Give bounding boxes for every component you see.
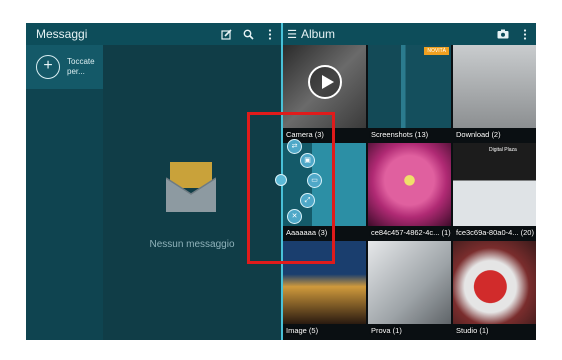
album-thumbnail	[368, 45, 451, 128]
album-thumbnail	[368, 241, 451, 324]
album-label: ce84c457-4862-4c... (1)	[371, 228, 451, 237]
album-header: ☰ Album	[283, 23, 536, 45]
compose-label: Toccate per...	[67, 57, 95, 76]
album-label: Studio (1)	[456, 326, 489, 335]
more-icon[interactable]	[259, 23, 281, 45]
messages-window: Messaggi + Toccate per... Nessun messagg…	[26, 23, 281, 340]
more-icon[interactable]	[514, 23, 536, 45]
album-item[interactable]: ce84c457-4862-4c... (1)	[368, 143, 451, 239]
search-icon[interactable]	[237, 23, 259, 45]
album-item[interactable]: NOVITÀ Screenshots (13)	[368, 45, 451, 141]
album-thumbnail	[453, 143, 536, 226]
envelope-icon	[166, 162, 216, 212]
album-label: Screenshots (13)	[371, 130, 429, 139]
album-thumbnail	[453, 45, 536, 128]
album-item[interactable]: Studio (1)	[453, 241, 536, 337]
album-label: Download (2)	[456, 130, 501, 139]
menu-icon[interactable]: ☰	[283, 28, 301, 41]
compose-icon[interactable]	[215, 23, 237, 45]
highlight-frame	[247, 112, 335, 264]
plus-icon: +	[36, 55, 60, 79]
messages-title: Messaggi	[36, 27, 88, 41]
album-thumbnail	[453, 241, 536, 324]
new-badge: NOVITÀ	[424, 47, 449, 55]
messages-sidebar: + Toccate per...	[26, 45, 103, 340]
album-label: fce3c69a-80a0-4... (20)	[456, 228, 534, 237]
play-icon	[308, 65, 342, 99]
album-label: Image (5)	[286, 326, 319, 335]
album-item[interactable]: Prova (1)	[368, 241, 451, 337]
album-title: Album	[301, 27, 336, 41]
messages-header: Messaggi	[26, 23, 281, 45]
album-item[interactable]: Download (2)	[453, 45, 536, 141]
album-item[interactable]: Digital Plaza fce3c69a-80a0-4... (20)	[453, 143, 536, 239]
thumbnail-caption: Digital Plaza	[489, 147, 517, 153]
album-label: Prova (1)	[371, 326, 402, 335]
camera-icon[interactable]	[492, 23, 514, 45]
album-thumbnail	[368, 143, 451, 226]
new-message-button[interactable]: + Toccate per...	[26, 45, 103, 89]
